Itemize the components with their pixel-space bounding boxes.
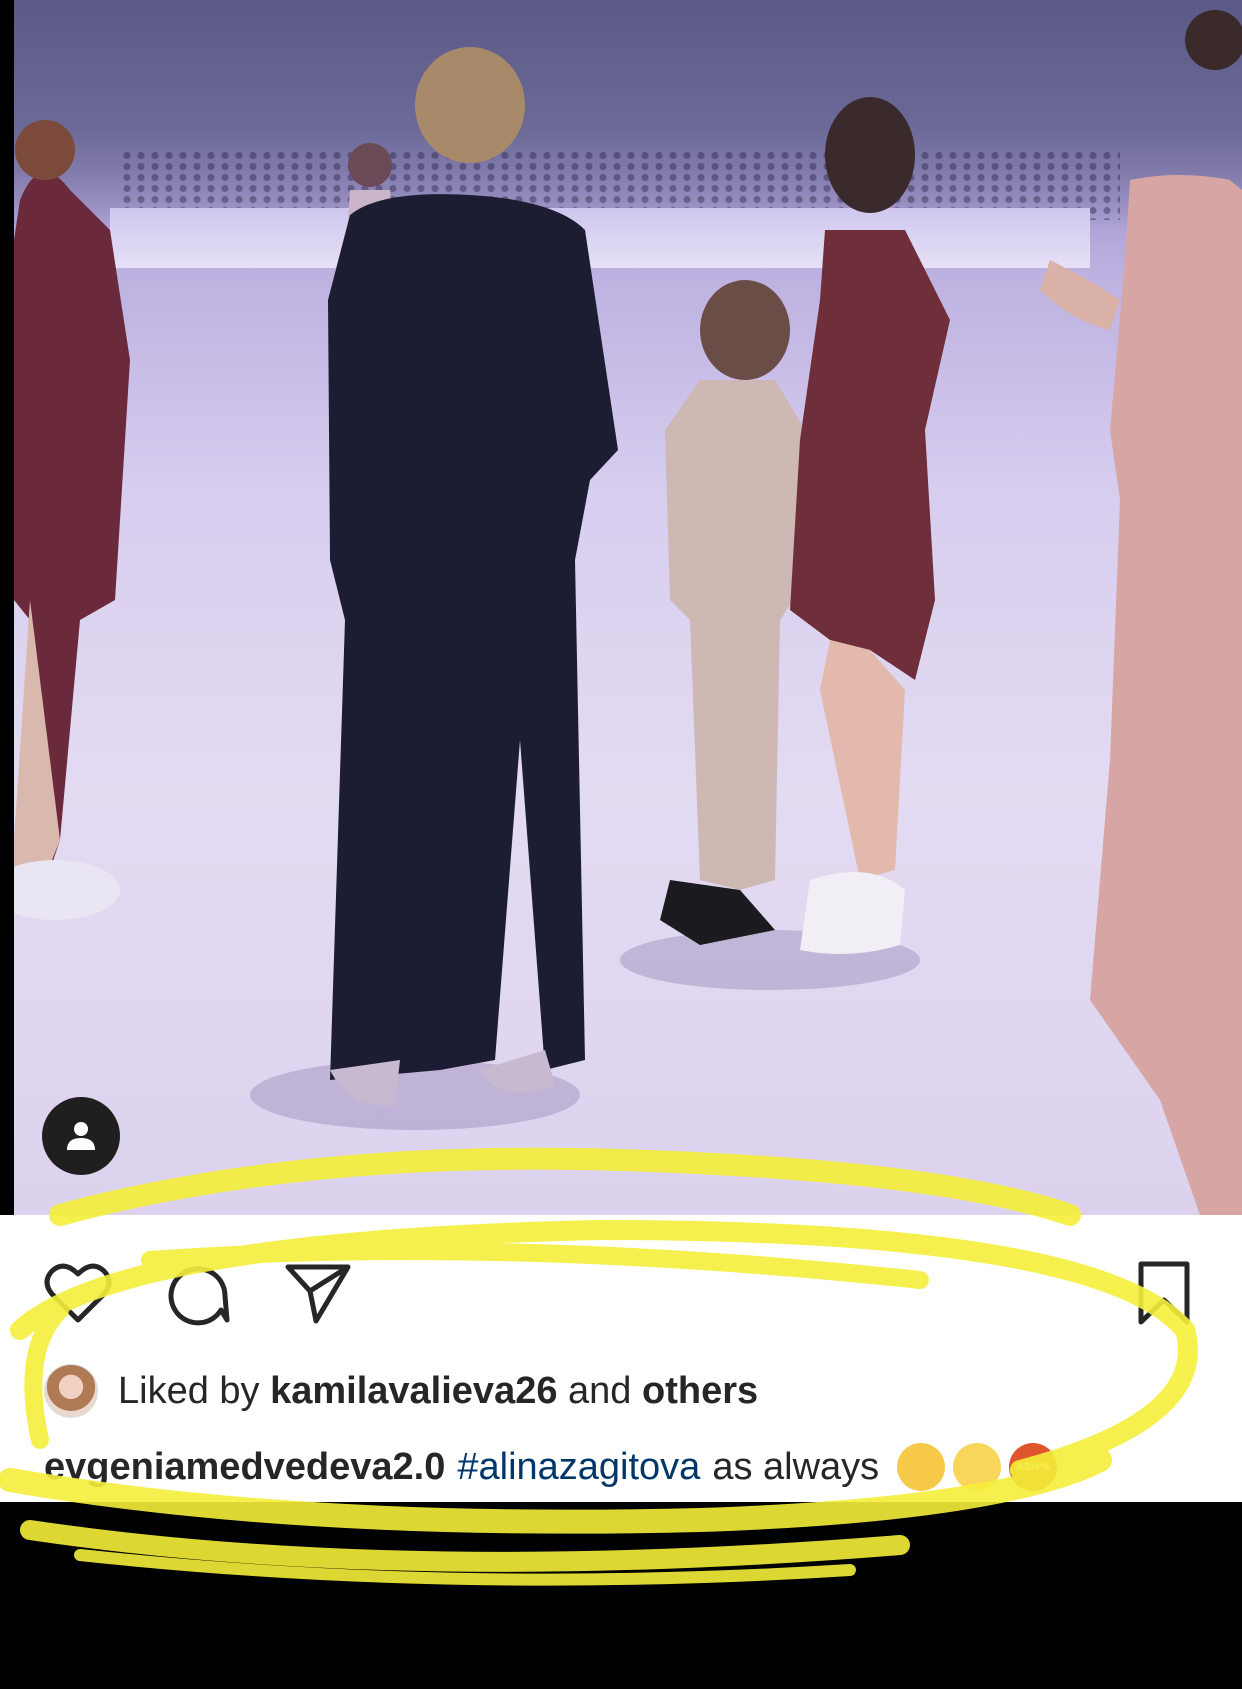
liker-username[interactable]: kamilavalieva26	[270, 1370, 557, 1413]
heart-icon	[44, 1263, 112, 1323]
dizzy-face-emoji	[897, 1443, 946, 1491]
eye-roll-emoji	[953, 1443, 1002, 1491]
comment-icon	[168, 1266, 230, 1326]
post-caption: evgeniamedvedeva2.0 #alinazagitova as al…	[44, 1439, 1058, 1495]
likes-prefix: Liked by	[118, 1369, 260, 1412]
cursing-face-emoji: &$!#%	[1009, 1443, 1058, 1491]
likes-others-link[interactable]: others	[642, 1370, 758, 1413]
caption-username[interactable]: evgeniamedvedeva2.0	[44, 1446, 445, 1489]
screen-bottom	[0, 1502, 1242, 1689]
likes-joiner: and	[568, 1369, 632, 1412]
comment-button[interactable]	[162, 1257, 234, 1329]
caption-hashtag[interactable]: #alinazagitova	[457, 1446, 700, 1489]
post-footer: Liked by kamilavalieva26 and others evge…	[0, 1215, 1242, 1502]
caption-text: as always	[712, 1445, 880, 1488]
likes-summary[interactable]: Liked by kamilavalieva26 and others	[44, 1363, 758, 1419]
share-button[interactable]	[282, 1257, 354, 1329]
save-button[interactable]	[1128, 1257, 1200, 1329]
action-bar	[0, 1215, 1242, 1327]
bookmark-icon	[1138, 1261, 1190, 1325]
like-button[interactable]	[42, 1257, 114, 1329]
paper-plane-icon	[285, 1264, 351, 1324]
person-icon	[67, 1122, 95, 1150]
post-media[interactable]	[0, 0, 1242, 1215]
media-left-edge	[0, 0, 14, 1215]
tag-people-button[interactable]	[42, 1097, 120, 1175]
liker-avatar[interactable]	[44, 1364, 98, 1418]
scene-figures	[0, 10, 1242, 1215]
